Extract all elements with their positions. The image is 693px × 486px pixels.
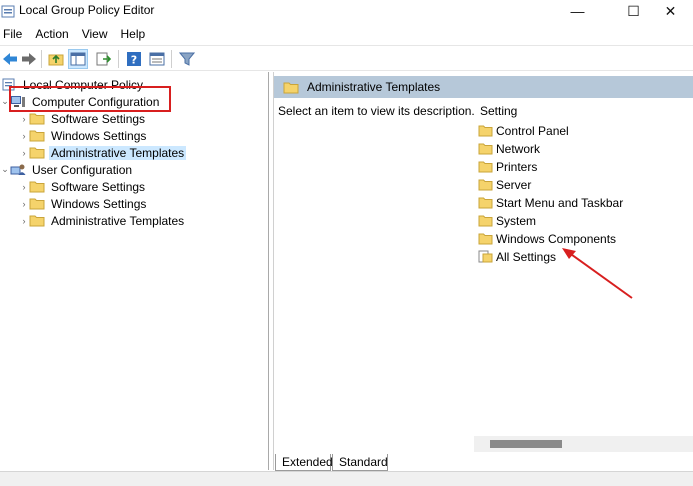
tree-label: User Configuration bbox=[32, 162, 133, 177]
properties-icon[interactable] bbox=[147, 49, 167, 69]
annotation-arrow-icon bbox=[562, 248, 633, 299]
svg-text:?: ? bbox=[131, 54, 137, 67]
view-tabs: Extended Standard bbox=[273, 454, 693, 471]
scrollbar-thumb[interactable] bbox=[490, 440, 562, 448]
list-item[interactable]: Start Menu and Taskbar bbox=[478, 194, 623, 211]
list-item[interactable]: Printers bbox=[478, 158, 537, 175]
column-header-setting[interactable]: Setting bbox=[480, 104, 517, 118]
toolbar-separator bbox=[118, 50, 119, 68]
list-item[interactable]: System bbox=[478, 212, 536, 229]
help-icon[interactable]: ? bbox=[124, 49, 144, 69]
show-hide-tree-icon[interactable] bbox=[68, 49, 88, 69]
menu-bar: File Action View Help bbox=[0, 25, 693, 45]
export-list-icon[interactable] bbox=[93, 49, 113, 69]
list-item-label: Printers bbox=[496, 159, 538, 174]
list-item-label: Network bbox=[496, 141, 541, 156]
window-title: Local Group Policy Editor bbox=[19, 3, 155, 17]
menu-file[interactable]: File bbox=[0, 25, 28, 45]
menu-view[interactable]: View bbox=[79, 25, 114, 45]
chevron-down-icon[interactable]: ⌄ bbox=[0, 164, 10, 175]
folder-icon bbox=[29, 181, 45, 193]
folder-icon bbox=[478, 215, 493, 227]
chevron-right-icon[interactable]: › bbox=[19, 199, 29, 209]
tree-label: Software Settings bbox=[51, 179, 146, 194]
details-header: Administrative Templates bbox=[274, 76, 693, 98]
title-bar: Local Group Policy Editor — ☐ ✕ bbox=[0, 0, 693, 24]
list-item-label: Control Panel bbox=[496, 123, 569, 138]
list-item[interactable]: Network bbox=[478, 140, 540, 157]
chevron-right-icon[interactable]: › bbox=[19, 182, 29, 192]
tree-label: Administrative Templates bbox=[49, 145, 187, 160]
menu-help[interactable]: Help bbox=[118, 25, 152, 45]
list-item-label: System bbox=[496, 213, 537, 228]
folder-icon bbox=[29, 130, 45, 142]
folder-icon bbox=[283, 82, 299, 93]
tree-node-administrative-templates[interactable]: › Administrative Templates bbox=[19, 144, 187, 161]
toolbar-separator bbox=[171, 50, 172, 68]
folder-icon bbox=[478, 233, 493, 245]
back-arrow-icon[interactable] bbox=[0, 49, 20, 69]
group-policy-icon bbox=[1, 5, 15, 18]
tree-label: Windows Settings bbox=[51, 196, 147, 211]
tree-label: Administrative Templates bbox=[51, 213, 185, 228]
list-item-label: Start Menu and Taskbar bbox=[496, 195, 624, 210]
tab-standard[interactable]: Standard bbox=[332, 454, 388, 471]
list-item[interactable]: All Settings bbox=[478, 248, 556, 265]
folder-icon bbox=[29, 147, 45, 159]
list-item[interactable]: Control Panel bbox=[478, 122, 569, 139]
tree-node-windows-settings[interactable]: › Windows Settings bbox=[19, 195, 148, 212]
tree-node-windows-settings[interactable]: › Windows Settings bbox=[19, 127, 148, 144]
tree-node-administrative-templates[interactable]: › Administrative Templates bbox=[19, 212, 186, 229]
folder-icon bbox=[29, 113, 45, 125]
tab-extended[interactable]: Extended bbox=[275, 454, 333, 471]
details-header-title: Administrative Templates bbox=[307, 80, 441, 94]
forward-arrow-icon[interactable] bbox=[19, 49, 39, 69]
tree-node-software-settings[interactable]: › Software Settings bbox=[19, 178, 147, 195]
highlight-box bbox=[9, 86, 171, 112]
folder-icon bbox=[478, 161, 493, 173]
folder-icon bbox=[29, 215, 45, 227]
chevron-right-icon[interactable]: › bbox=[19, 114, 29, 124]
details-pane: Administrative Templates Select an item … bbox=[273, 72, 693, 470]
chevron-right-icon[interactable]: › bbox=[19, 131, 29, 141]
chevron-right-icon[interactable]: › bbox=[19, 216, 29, 226]
tree-label: Software Settings bbox=[51, 111, 146, 126]
folder-icon bbox=[478, 197, 493, 209]
tree-node-software-settings[interactable]: › Software Settings bbox=[19, 110, 147, 127]
list-item-label: All Settings bbox=[496, 249, 557, 264]
close-button[interactable]: ✕ bbox=[648, 0, 693, 22]
minimize-button[interactable]: — bbox=[555, 0, 600, 22]
folder-icon bbox=[29, 198, 45, 210]
tree-node-user-configuration[interactable]: ⌄ User Configuration bbox=[0, 161, 134, 178]
all-settings-icon bbox=[478, 250, 493, 263]
toolbar: ? bbox=[0, 45, 693, 71]
chevron-right-icon[interactable]: › bbox=[19, 148, 29, 158]
folder-icon bbox=[478, 125, 493, 137]
folder-icon bbox=[478, 143, 493, 155]
status-bar bbox=[0, 471, 693, 486]
folder-icon bbox=[478, 179, 493, 191]
console-tree: Local Computer Policy ⌄ Computer Configu… bbox=[0, 72, 269, 470]
menu-action[interactable]: Action bbox=[32, 25, 74, 45]
toolbar-separator bbox=[41, 50, 42, 68]
filter-icon[interactable] bbox=[177, 49, 197, 69]
list-item-label: Server bbox=[496, 177, 532, 192]
tree-label: Windows Settings bbox=[51, 128, 147, 143]
user-icon bbox=[10, 164, 26, 175]
horizontal-scrollbar[interactable] bbox=[474, 436, 693, 452]
up-folder-icon[interactable] bbox=[46, 49, 66, 69]
description-text: Select an item to view its description. bbox=[278, 104, 475, 118]
list-item[interactable]: Server bbox=[478, 176, 531, 193]
